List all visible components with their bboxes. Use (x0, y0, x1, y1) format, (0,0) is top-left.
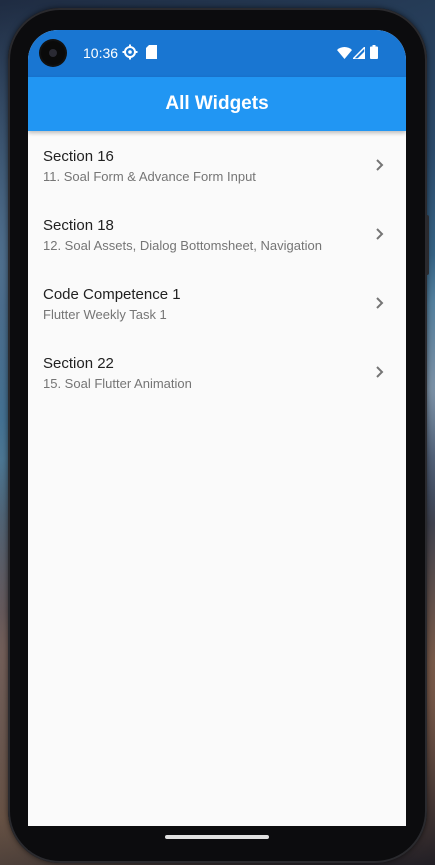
wifi-icon (337, 46, 352, 64)
system-nav-bar (28, 826, 406, 850)
page-title: All Widgets (165, 93, 269, 114)
list-item-title: Section 18 (43, 217, 114, 234)
status-time: 10:36 (83, 45, 119, 61)
chevron-right-icon (374, 296, 386, 310)
app-bar: All Widgets (28, 77, 406, 131)
list-item-subtitle: 15. Soal Flutter Animation (43, 376, 192, 391)
settings-gear-icon (122, 44, 138, 65)
list-item-subtitle: 11. Soal Form & Advance Form Input (43, 169, 256, 184)
list-item-section-18[interactable]: Section 18 12. Soal Assets, Dialog Botto… (28, 200, 406, 269)
chevron-right-icon (374, 158, 386, 172)
list-item-title: Section 22 (43, 355, 114, 372)
cellular-signal-icon (351, 45, 366, 64)
home-gesture-handle[interactable] (165, 835, 269, 839)
front-camera (41, 41, 65, 65)
power-button (425, 215, 429, 275)
sim-card-icon (146, 45, 157, 64)
widget-list: Section 16 11. Soal Form & Advance Form … (28, 131, 406, 407)
list-item-section-22[interactable]: Section 22 15. Soal Flutter Animation (28, 338, 406, 407)
list-item-subtitle: Flutter Weekly Task 1 (43, 307, 167, 322)
status-bar: 10:36 (28, 30, 406, 77)
list-item-subtitle: 12. Soal Assets, Dialog Bottomsheet, Nav… (43, 238, 322, 253)
app-screen: 10:36 All Widgets Section 16 11. Soal Fo… (28, 30, 406, 826)
battery-icon (370, 45, 378, 64)
list-item-title: Section 16 (43, 148, 114, 165)
list-item-section-16[interactable]: Section 16 11. Soal Form & Advance Form … (28, 131, 406, 200)
chevron-right-icon (374, 365, 386, 379)
list-item-title: Code Competence 1 (43, 286, 181, 303)
list-item-code-competence-1[interactable]: Code Competence 1 Flutter Weekly Task 1 (28, 269, 406, 338)
chevron-right-icon (374, 227, 386, 241)
